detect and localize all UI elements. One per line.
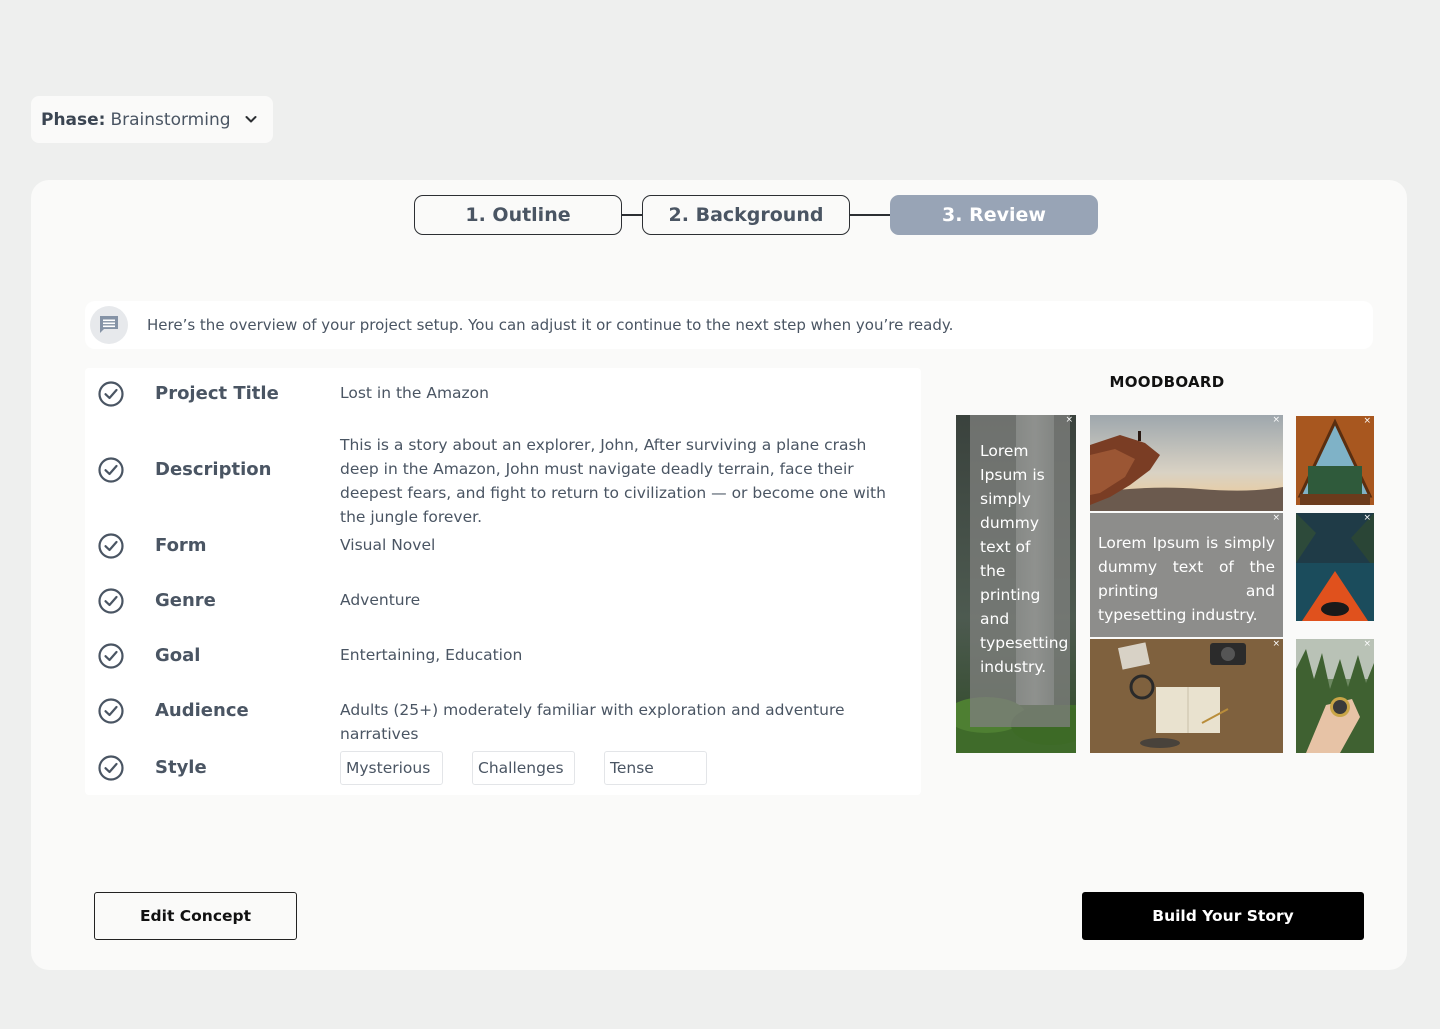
edit-concept-button[interactable]: Edit Concept <box>94 892 297 940</box>
detail-value: Visual Novel <box>340 536 436 554</box>
check-circle-icon <box>98 381 124 407</box>
close-icon[interactable]: × <box>1363 514 1371 523</box>
close-icon[interactable]: × <box>1065 416 1073 425</box>
compass-forest-image <box>1296 639 1374 753</box>
check-circle-icon <box>98 643 124 669</box>
project-review-card: 1. Outline 2. Background 3. Review Here’… <box>31 180 1407 970</box>
check-circle-icon <box>98 457 124 483</box>
stepper-connector <box>850 214 890 216</box>
detail-value: This is a story about an explorer, John,… <box>340 436 886 526</box>
close-icon[interactable]: × <box>1363 417 1371 426</box>
detail-label: Project Title <box>155 383 279 404</box>
moodboard-image-desk[interactable]: × <box>1090 639 1283 753</box>
moodboard-image-compass[interactable]: × <box>1296 639 1374 753</box>
map-desk-image <box>1090 639 1283 753</box>
style-tag[interactable]: Mysterious <box>340 751 443 785</box>
check-circle-icon <box>98 698 124 724</box>
detail-label: Audience <box>155 700 249 721</box>
step-background[interactable]: 2. Background <box>642 195 850 235</box>
close-icon[interactable]: × <box>1363 640 1371 649</box>
close-icon[interactable]: × <box>1272 514 1280 523</box>
moodboard-text-card[interactable]: × Lorem Ipsum is simply dummy text of th… <box>1090 513 1283 637</box>
detail-value: Adventure <box>340 591 421 609</box>
style-tags: Mysterious Challenges Tense <box>340 751 840 785</box>
detail-value: Adults (25+) moderately familiar with ex… <box>340 701 845 743</box>
banner-message: Here’s the overview of your project setu… <box>147 316 954 334</box>
detail-label: Form <box>155 535 207 556</box>
moodboard-image-kayak[interactable]: × <box>1296 513 1374 621</box>
tent-view-image <box>1296 416 1374 505</box>
project-details: Project Title Lost in the Amazon Descrip… <box>85 368 921 795</box>
kayak-lake-image <box>1296 513 1374 621</box>
detail-label: Description <box>155 459 272 480</box>
moodboard-image-waterfall[interactable]: × Lorem Ipsum is simply dummy text of th… <box>956 415 1076 753</box>
detail-label: Goal <box>155 645 201 666</box>
detail-label: Style <box>155 757 207 778</box>
phase-dropdown[interactable]: Phase: Brainstorming <box>31 96 273 143</box>
moodboard-caption: Lorem Ipsum is simply dummy text of the … <box>1098 534 1275 624</box>
moodboard-title: MOODBOARD <box>1109 373 1225 391</box>
style-tag[interactable]: Tense <box>604 751 707 785</box>
cliff-sunset-image <box>1090 415 1283 511</box>
build-your-story-button[interactable]: Build Your Story <box>1082 892 1364 940</box>
check-circle-icon <box>98 755 124 781</box>
phase-label: Phase: <box>41 109 106 130</box>
check-circle-icon <box>98 533 124 559</box>
stepper-connector <box>622 214 642 216</box>
close-icon[interactable]: × <box>1272 640 1280 649</box>
detail-label: Genre <box>155 590 216 611</box>
step-review[interactable]: 3. Review <box>890 195 1098 235</box>
step-outline[interactable]: 1. Outline <box>414 195 622 235</box>
info-banner: Here’s the overview of your project setu… <box>85 301 1373 349</box>
check-circle-icon <box>98 588 124 614</box>
detail-value: Entertaining, Education <box>340 646 523 664</box>
chevron-down-icon <box>245 116 257 123</box>
moodboard-image-tent[interactable]: × <box>1296 416 1374 505</box>
phase-value: Brainstorming <box>110 109 231 130</box>
detail-value: Lost in the Amazon <box>340 384 489 402</box>
chat-bubble-icon <box>90 306 128 344</box>
moodboard-caption: Lorem Ipsum is simply dummy text of the … <box>980 442 1069 676</box>
style-tag[interactable]: Challenges <box>472 751 575 785</box>
close-icon[interactable]: × <box>1272 416 1280 425</box>
moodboard-image-cliff[interactable]: × <box>1090 415 1283 511</box>
